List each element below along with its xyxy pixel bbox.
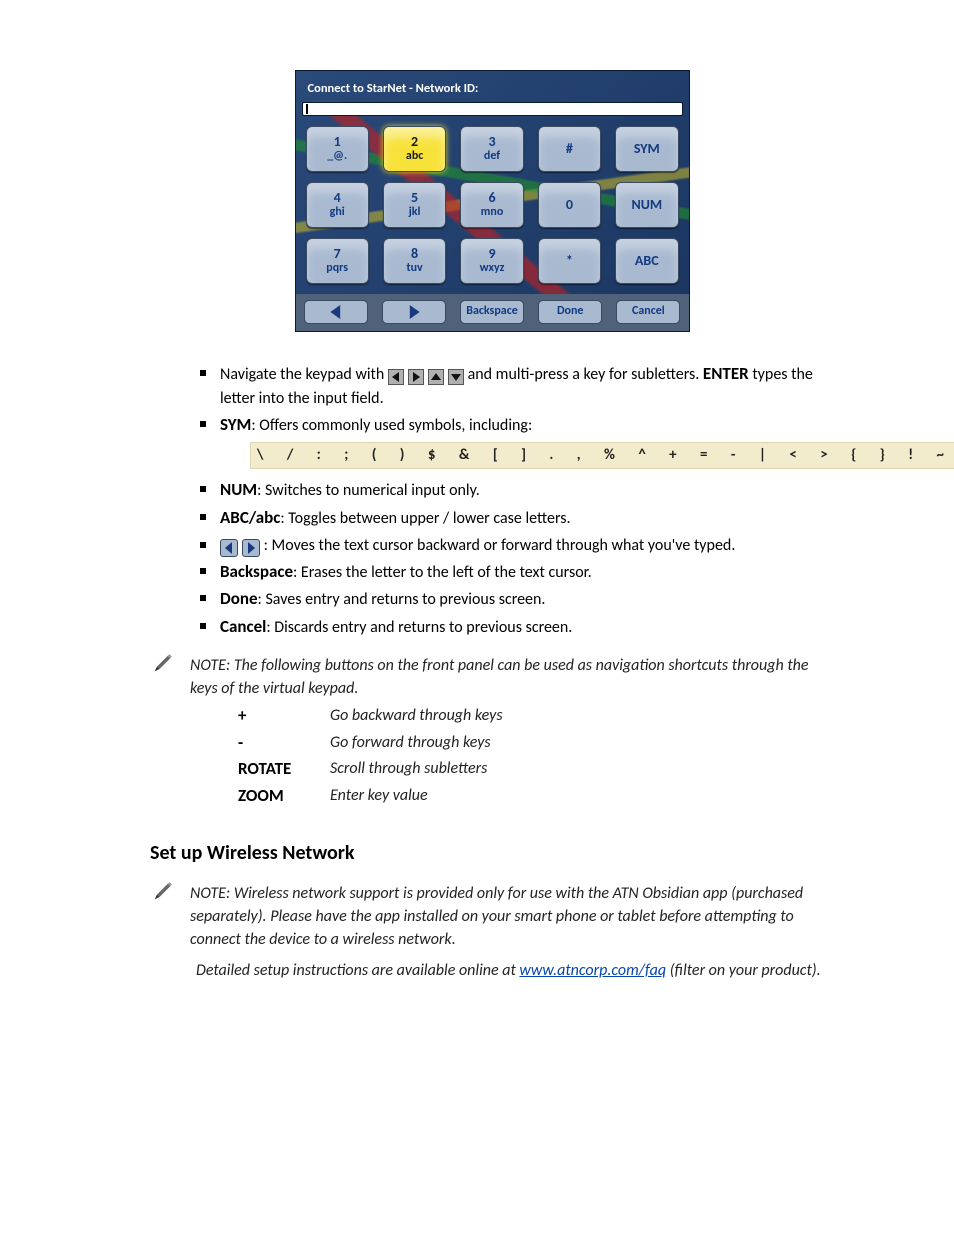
faq-link[interactable]: www.atncorp.com/faq [519,961,666,980]
key-3[interactable]: 3def [460,126,523,172]
bullet-abc: ABC/abc: Toggles between upper / lower c… [200,506,834,531]
key-sym[interactable]: SYM [615,126,678,172]
keypad-title: Connect to StarNet - Network ID: [302,77,683,102]
pencil-icon [148,650,176,678]
network-id-input[interactable] [302,102,683,116]
keypad-figure: Connect to StarNet - Network ID: 1_@. 2a… [295,70,690,332]
bullet-marker [200,623,206,629]
arrow-left-icon [388,369,404,385]
shortcut-list: +Go backward through keys -Go forward th… [238,704,834,809]
arrow-up-icon [428,369,444,385]
key-8[interactable]: 8tuv [383,238,446,284]
arrow-icons [388,369,464,385]
shortcut-minus: -Go forward through keys [238,731,834,756]
pencil-icon [148,878,176,906]
keypad-help-list: Navigate the keypad with and multi-press… [200,362,834,640]
section-title: Set up Wireless Network [150,839,834,868]
bullet-marker [200,542,206,548]
arrow-right-icon [408,369,424,385]
cursor-right-icon [242,539,260,557]
key-7[interactable]: 7pqrs [306,238,369,284]
shortcut-plus: +Go backward through keys [238,704,834,729]
bullet-marker [200,421,206,427]
text-caret [306,104,308,114]
key-abc[interactable]: ABC [615,238,678,284]
key-backspace[interactable]: Backspace [460,300,524,324]
key-hash[interactable]: # [538,126,601,172]
key-4[interactable]: 4ghi [306,182,369,228]
key-num[interactable]: NUM [615,182,678,228]
bullet-arrow-nav: Navigate the keypad with and multi-press… [200,362,834,410]
arrow-down-icon [448,369,464,385]
key-0[interactable]: 0 [538,182,601,228]
shortcut-rotate: ROTATEScroll through subletters [238,757,834,782]
cursor-arrows-icon [220,539,260,557]
bullet-cancel: Cancel: Discards entry and returns to pr… [200,615,834,640]
bullet-done: Done: Saves entry and returns to previou… [200,587,834,612]
key-cancel[interactable]: Cancel [616,300,680,324]
keypad-bottom-row: Backspace Done Cancel [296,294,689,331]
bullet-backspace: Backspace: Erases the letter to the left… [200,560,834,585]
bullet-marker [200,568,206,574]
bullet-marker [200,514,206,520]
key-5[interactable]: 5jkl [383,182,446,228]
note-text: NOTE: The following buttons on the front… [190,650,834,700]
bullet-left-right: : Moves the text cursor backward or forw… [200,534,834,557]
bullet-sym: SYM: Offers commonly used symbols, inclu… [200,413,834,475]
note-wireless: NOTE: Wireless network support is provid… [148,878,834,952]
key-cursor-left[interactable] [304,300,368,324]
key-cursor-right[interactable] [382,300,446,324]
virtual-keypad: Connect to StarNet - Network ID: 1_@. 2a… [295,70,690,332]
bullet-marker [200,370,206,376]
note-wireless-text: NOTE: Wireless network support is provid… [190,878,834,952]
key-star[interactable]: * [538,238,601,284]
note-wireless-link-line: Detailed setup instructions are availabl… [196,959,834,982]
bullet-marker [200,595,206,601]
keypad-grid: 1_@. 2abc 3def # SYM 4ghi 5jkl 6mno 0 NU… [302,120,683,290]
key-6[interactable]: 6mno [460,182,523,228]
bullet-marker [200,486,206,492]
cursor-left-icon [220,539,238,557]
note-shortcuts: NOTE: The following buttons on the front… [148,650,834,700]
key-1[interactable]: 1_@. [306,126,369,172]
enter-label: ENTER [703,363,749,384]
shortcut-zoom: ZOOMEnter key value [238,784,834,809]
key-2[interactable]: 2abc [383,126,446,172]
key-done[interactable]: Done [538,300,602,324]
bullet-num: NUM: Switches to numerical input only. [200,478,834,503]
key-9[interactable]: 9wxyz [460,238,523,284]
symbol-list: \ / : ; ( ) $ & [ ] . , % ^ + = - | < > … [250,442,954,470]
